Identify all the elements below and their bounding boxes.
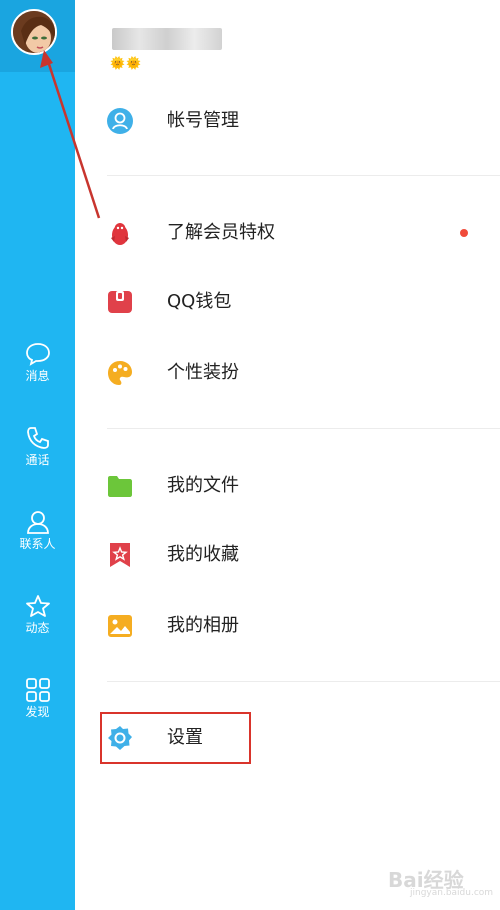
- menu-item-album[interactable]: 我的相册: [75, 601, 500, 651]
- penguin-icon: [111, 223, 129, 245]
- menu-item-theme[interactable]: 个性装扮: [75, 348, 500, 398]
- folder-icon: [108, 476, 132, 497]
- menu-item-label: 个性装扮: [167, 362, 239, 383]
- menu-item-favorites[interactable]: 我的收藏: [75, 530, 500, 580]
- message-icon: [25, 343, 50, 366]
- avatar-area[interactable]: [0, 0, 75, 72]
- level-badges: 🌞🌞: [110, 56, 142, 70]
- sidebar-item-calls[interactable]: 通话: [0, 426, 75, 467]
- divider: [107, 681, 500, 682]
- notification-dot: [460, 229, 468, 237]
- sidebar-item-label: 发现: [25, 705, 50, 719]
- watermark-url: jingyan.baidu.com: [410, 888, 494, 898]
- phone-icon: [26, 427, 49, 449]
- sidebar-item-contacts[interactable]: 联系人: [0, 510, 75, 551]
- menu-item-label: QQ钱包: [167, 291, 232, 312]
- divider: [107, 175, 500, 176]
- drawer-menu: 🌞🌞 帐号管理 了解会员特权 QQ钱包 个性装扮 我的文件 我的收藏 我的相册 …: [75, 0, 500, 910]
- menu-item-files[interactable]: 我的文件: [75, 461, 500, 511]
- menu-item-label: 我的文件: [167, 475, 239, 496]
- account-icon: [107, 108, 133, 134]
- left-rail: 消息 通话 联系人 动态 发现: [0, 0, 75, 910]
- star-icon: [25, 595, 50, 617]
- menu-item-label: 帐号管理: [167, 110, 239, 131]
- menu-item-wallet[interactable]: QQ钱包: [75, 277, 500, 327]
- sidebar-item-label: 动态: [25, 621, 50, 635]
- baidu-watermark: Bai经验 jingyan.baidu.com: [380, 858, 494, 904]
- sidebar-item-label: 联系人: [19, 537, 56, 551]
- settings-highlight-box: [100, 712, 251, 764]
- bookmark-star-icon: [110, 543, 130, 567]
- avatar[interactable]: [11, 9, 57, 55]
- palette-icon: [108, 361, 132, 385]
- sidebar-item-label: 通话: [25, 453, 50, 467]
- sidebar-item-label: 消息: [25, 369, 50, 383]
- avatar-image: [13, 11, 55, 53]
- sidebar-item-messages[interactable]: 消息: [0, 342, 75, 383]
- menu-item-vip[interactable]: 了解会员特权: [75, 208, 500, 258]
- contacts-icon: [26, 511, 49, 534]
- wallet-icon: [108, 291, 132, 313]
- menu-item-label: 我的收藏: [167, 544, 239, 565]
- menu-item-account[interactable]: 帐号管理: [75, 96, 500, 146]
- sidebar-item-moments[interactable]: 动态: [0, 594, 75, 635]
- grid-icon: [25, 678, 50, 702]
- username-blurred: [112, 28, 222, 50]
- menu-item-label: 了解会员特权: [167, 222, 275, 243]
- image-icon: [108, 615, 132, 637]
- menu-item-label: 我的相册: [167, 615, 239, 636]
- divider: [107, 428, 500, 429]
- sidebar-item-discover[interactable]: 发现: [0, 678, 75, 719]
